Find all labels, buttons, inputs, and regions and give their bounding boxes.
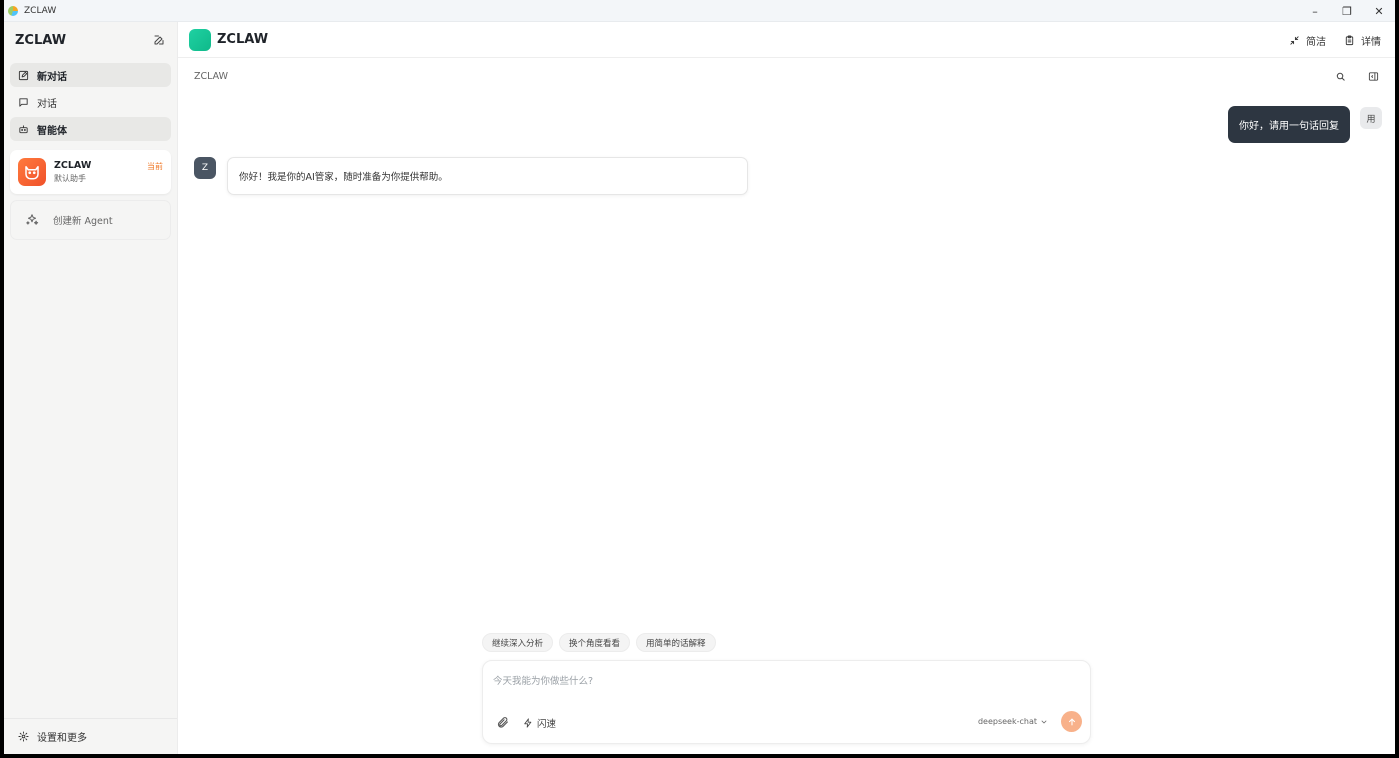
- model-selector[interactable]: deepseek-chat: [978, 717, 1048, 726]
- cat-avatar-icon: [18, 158, 46, 186]
- sidebar-header: ZCLAW: [4, 22, 177, 58]
- sidebar-item-chats[interactable]: 对话: [10, 90, 171, 114]
- settings-label: 设置和更多: [37, 733, 87, 744]
- main-header: ZCLAW 简洁 详情: [178, 22, 1395, 58]
- gear-icon: [18, 731, 29, 742]
- settings-more-button[interactable]: 设置和更多: [4, 718, 177, 754]
- sidebar-item-agents[interactable]: 智能体: [10, 117, 171, 141]
- sparkles-icon: [26, 214, 39, 225]
- model-label: deepseek-chat: [977, 717, 1037, 726]
- chevron-down-icon: [1041, 720, 1047, 723]
- ai-avatar: Z: [194, 157, 216, 179]
- user-avatar: 用: [1360, 107, 1382, 129]
- sidebar: ZCLAW 新对话 对话 智能体 ZCLAW 默认助手 当前 创建新 Agent…: [4, 22, 178, 754]
- agent-info: ZCLAW 默认助手: [54, 160, 91, 184]
- sidebar-item-label: 智能体: [37, 125, 67, 137]
- sidebar-item-new-chat[interactable]: 新对话: [10, 63, 171, 87]
- brand-name: ZCLAW: [217, 32, 269, 47]
- minimize-button[interactable]: –: [1299, 0, 1331, 22]
- main-panel: ZCLAW 简洁 详情 ZCLAW 你好，请用一句话回复 用 Z 你好！我是你的…: [178, 22, 1395, 754]
- paperclip-icon[interactable]: [496, 716, 509, 729]
- ai-message: 你好！我是你的AI管家，随时准备为你提供帮助。: [227, 157, 748, 195]
- sidebar-title: ZCLAW: [15, 32, 67, 48]
- panel-toggle-icon[interactable]: [1368, 71, 1379, 82]
- agent-name: ZCLAW: [54, 160, 92, 171]
- minimize-arrows-icon: [1290, 35, 1299, 45]
- app-logo-icon: [8, 5, 18, 16]
- suggestion-chip[interactable]: 继续深入分析: [482, 633, 554, 652]
- agent-card-zclaw[interactable]: ZCLAW 默认助手 当前: [10, 150, 171, 194]
- close-button[interactable]: ✕: [1363, 0, 1395, 22]
- suggestion-chip[interactable]: 换个角度看看: [559, 633, 631, 652]
- chat-bubble-icon: [19, 97, 28, 107]
- agent-description: 默认助手: [54, 174, 86, 183]
- create-agent-button[interactable]: 创建新 Agent: [10, 200, 171, 240]
- title-bar: ZCLAW – ❐ ✕: [4, 0, 1395, 22]
- message-composer: 闪速 deepseek-chat: [482, 660, 1091, 744]
- compact-label: 简洁: [1306, 36, 1326, 48]
- lightning-icon: [524, 718, 532, 728]
- clipboard-icon: [1345, 34, 1354, 45]
- sidebar-item-label: 对话: [37, 98, 57, 110]
- bot-icon: [19, 124, 28, 133]
- conversation-bar: ZCLAW: [178, 58, 1395, 94]
- user-message: 你好，请用一句话回复: [1228, 106, 1350, 143]
- conversation-tools: [1313, 58, 1379, 94]
- new-chat-edit-icon[interactable]: [153, 34, 165, 46]
- search-icon[interactable]: [1335, 71, 1346, 82]
- sidebar-item-label: 新对话: [37, 71, 67, 83]
- restore-button[interactable]: ❐: [1331, 0, 1363, 22]
- suggestion-chips: 继续深入分析 换个角度看看 用简单的话解释: [482, 633, 722, 652]
- window-title: ZCLAW: [24, 5, 57, 16]
- arrow-up-icon: [1068, 718, 1075, 725]
- details-label: 详情: [1361, 36, 1381, 48]
- suggestion-chip[interactable]: 用简单的话解释: [636, 633, 716, 652]
- create-agent-label: 创建新 Agent: [53, 216, 113, 227]
- send-button[interactable]: [1061, 711, 1082, 732]
- details-button[interactable]: 详情: [1344, 33, 1381, 48]
- edit-icon: [18, 70, 29, 80]
- window-controls: – ❐ ✕: [1299, 0, 1395, 22]
- mode-label: 闪速: [537, 719, 557, 730]
- sidebar-nav: 新对话 对话 智能体: [4, 58, 177, 141]
- brand-logo-icon: [189, 28, 211, 51]
- compact-view-button[interactable]: 简洁: [1289, 33, 1326, 48]
- current-badge: 当前: [147, 162, 163, 171]
- app-window: ZCLAW – ❐ ✕ ZCLAW 新对话 对话 智能体 ZCLAW 默认助手 …: [4, 0, 1395, 754]
- mode-selector[interactable]: 闪速: [523, 716, 556, 730]
- header-actions: 简洁 详情: [1271, 22, 1381, 58]
- message-input[interactable]: [493, 671, 1073, 691]
- conversation-title: ZCLAW: [194, 70, 229, 82]
